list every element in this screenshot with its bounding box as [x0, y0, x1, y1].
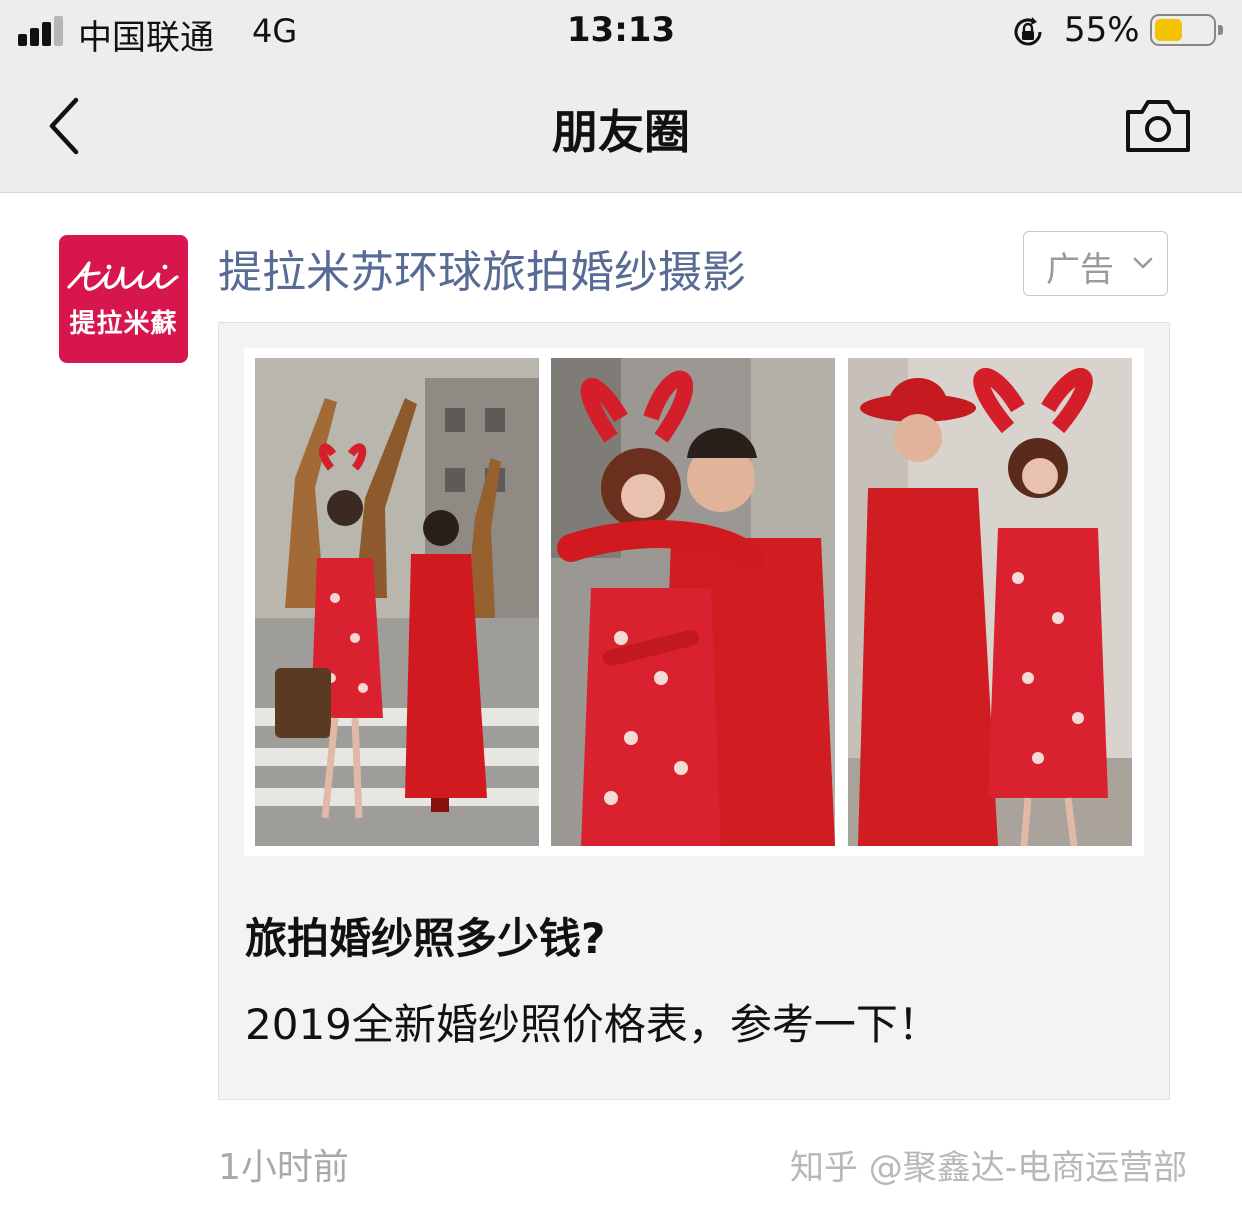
photo-strip	[244, 348, 1144, 856]
couple-embrace-red-outfits-photo	[551, 358, 835, 846]
battery-percent: 55%	[1064, 10, 1140, 50]
ad-label: 广告	[1046, 250, 1114, 290]
battery-level	[1155, 19, 1182, 41]
ad-card-description: 2019全新婚纱照价格表，参考一下！	[245, 1000, 940, 1049]
watermark: 知乎 @聚鑫达-电商运营部	[790, 1148, 1188, 1188]
chevron-down-icon	[1133, 257, 1153, 269]
ad-card[interactable]: 旅拍婚纱照多少钱? 2019全新婚纱照价格表，参考一下！	[218, 322, 1170, 1100]
account-name-link[interactable]: 提拉米苏环球旅拍婚纱摄影	[218, 236, 746, 300]
brand-logo-icon	[67, 261, 179, 291]
avatar-text: 提拉米蘇	[69, 309, 178, 339]
couple-with-giraffes-street-photo	[255, 358, 539, 846]
camera-icon[interactable]	[1124, 96, 1192, 154]
ad-card-title: 旅拍婚纱照多少钱?	[245, 914, 606, 963]
status-time: 13:13	[566, 10, 676, 50]
status-bar: 中国联通 4G 13:13 55%	[0, 0, 1242, 62]
battery-icon	[1150, 14, 1223, 46]
avatar[interactable]: 提拉米蘇	[59, 235, 188, 363]
post-timestamp: 1小时前	[218, 1147, 349, 1188]
ad-tag-button[interactable]: 广告	[1023, 231, 1168, 296]
couple-red-hat-walking-photo	[848, 358, 1132, 846]
page-title: 朋友圈	[552, 105, 690, 159]
nav-bar: 朋友圈	[0, 62, 1242, 193]
orientation-lock-icon	[1014, 17, 1042, 46]
